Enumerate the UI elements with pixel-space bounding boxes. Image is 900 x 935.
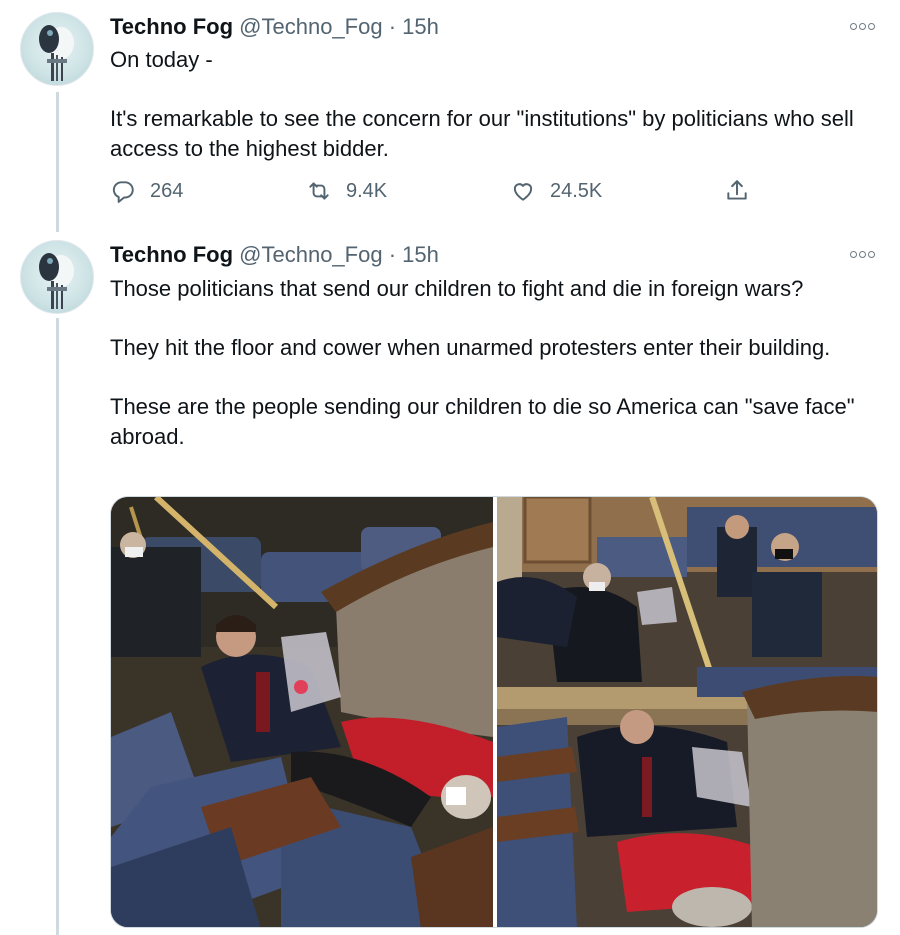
separator-dot: ·	[388, 242, 397, 267]
avatar-robot-image	[39, 253, 74, 309]
thread-connector	[56, 318, 59, 935]
tweet-media[interactable]	[110, 496, 878, 928]
separator-dot: ·	[388, 14, 397, 39]
tweet[interactable]: Techno Fog @Techno_Fog · 15h Those polit…	[0, 232, 900, 935]
tweet[interactable]: Techno Fog @Techno_Fog · 15h On today - …	[0, 0, 900, 232]
author-name[interactable]: Techno Fog	[110, 242, 233, 267]
tweet-paragraph: On today -	[110, 47, 213, 72]
thread-connector	[56, 92, 59, 232]
retweet-count: 9.4K	[346, 179, 388, 202]
tweet-actions: 264 9.4K 24.5K	[110, 178, 760, 210]
avatar-robot-image	[39, 25, 74, 81]
tweet-time[interactable]: 15h	[402, 242, 439, 267]
photo-gallery-wide	[497, 497, 877, 927]
tweet-paragraph: They hit the floor and cower when unarme…	[110, 335, 831, 360]
author-handle[interactable]: @Techno_Fog	[239, 242, 382, 267]
avatar[interactable]	[20, 12, 94, 86]
tweet-text: Those politicians that send our children…	[110, 274, 880, 452]
reply-count: 264	[150, 179, 184, 202]
retweet-button[interactable]: 9.4K	[306, 178, 387, 204]
like-icon	[513, 183, 533, 201]
media-photo[interactable]	[497, 497, 877, 927]
like-count: 24.5K	[550, 179, 603, 202]
tweet-text: On today - It's remarkable to see the co…	[110, 45, 880, 164]
more-options-icon[interactable]	[850, 248, 876, 260]
tweet-paragraph: Those politicians that send our children…	[110, 276, 804, 301]
author-name[interactable]: Techno Fog	[110, 14, 233, 39]
tweet-time[interactable]: 15h	[402, 14, 439, 39]
retweet-icon	[309, 182, 329, 200]
like-button[interactable]: 24.5K	[510, 178, 602, 204]
reply-icon	[112, 181, 134, 203]
tweet-paragraph: These are the people sending our childre…	[110, 394, 861, 449]
author-handle[interactable]: @Techno_Fog	[239, 14, 382, 39]
tweet-paragraph: It's remarkable to see the concern for o…	[110, 106, 860, 161]
share-icon	[727, 180, 747, 200]
tweet-header: Techno Fog @Techno_Fog · 15h	[110, 13, 439, 41]
share-button[interactable]	[724, 178, 750, 204]
reply-button[interactable]: 264	[110, 178, 183, 204]
media-photo[interactable]	[111, 497, 493, 927]
tweet-header: Techno Fog @Techno_Fog · 15h	[110, 241, 439, 269]
more-options-icon[interactable]	[850, 20, 876, 32]
photo-gallery-floor	[111, 497, 493, 927]
avatar[interactable]	[20, 240, 94, 314]
